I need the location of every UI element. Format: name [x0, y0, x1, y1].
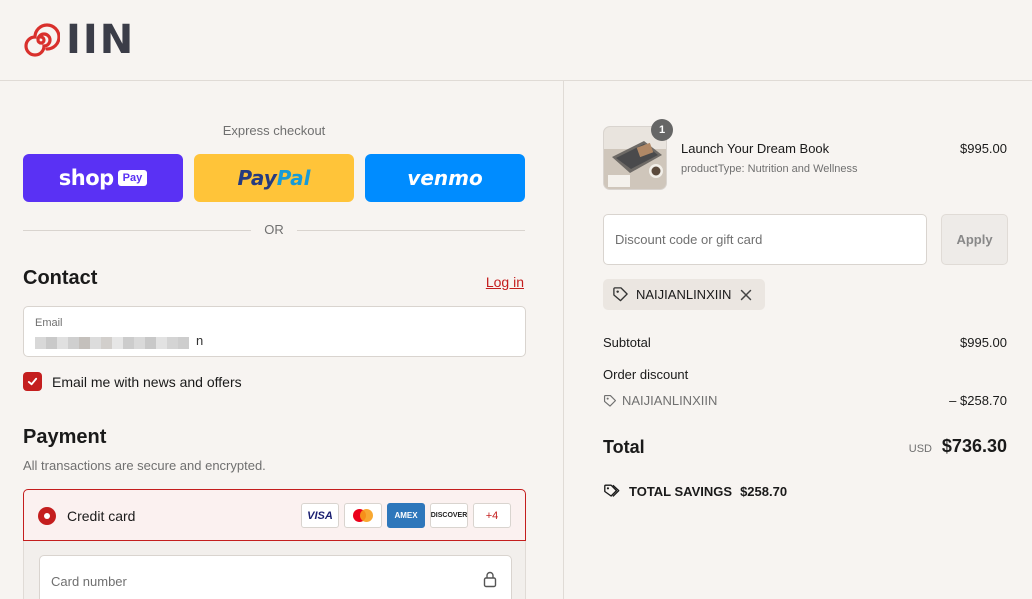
currency-code: USD: [908, 443, 932, 455]
apply-discount-button[interactable]: Apply: [941, 214, 1008, 265]
quantity-badge: 1: [651, 119, 673, 141]
checkmark-icon: [27, 377, 38, 386]
paypal-logo: PayPal: [237, 166, 311, 190]
applied-code-label: NAIJIANLINXIIN: [636, 287, 732, 302]
logo[interactable]: IIN: [22, 18, 135, 62]
contact-heading: Contact: [23, 267, 98, 289]
product-price: $995.00: [960, 141, 1007, 156]
remove-discount-button[interactable]: [740, 289, 752, 301]
total-savings-label: TOTAL SAVINGS: [629, 484, 733, 499]
express-checkout-title: Express checkout: [222, 123, 326, 138]
order-discount-label: Order discount: [603, 367, 689, 382]
credit-card-label: Credit card: [67, 508, 136, 524]
discount-value: – $258.70: [949, 393, 1007, 408]
discount-code-row: NAIJIANLINXIIN: [603, 393, 717, 408]
card-number-input[interactable]: Card number: [39, 555, 512, 599]
venmo-button[interactable]: venmo: [365, 154, 525, 202]
radio-dot: [44, 513, 50, 519]
newsletter-checkbox[interactable]: [23, 372, 42, 391]
close-icon: [741, 289, 752, 300]
product-type: productType: Nutrition and Wellness: [681, 163, 858, 175]
shop-pay-button[interactable]: shop Pay: [23, 154, 183, 202]
more-cards-badge[interactable]: +4: [473, 503, 511, 528]
checkout-form: Express checkout shop Pay PayPal venmo O…: [0, 81, 564, 599]
logo-text: IIN: [66, 17, 136, 63]
discount-code-input[interactable]: [603, 214, 927, 265]
total-savings-value: $258.70: [740, 484, 788, 499]
newsletter-checkbox-row[interactable]: Email me with news and offers: [23, 372, 242, 391]
credit-card-radio[interactable]: [38, 507, 56, 525]
lock-icon: [483, 571, 497, 588]
product-name: Launch Your Dream Book: [681, 141, 830, 156]
paypal-button[interactable]: PayPal: [194, 154, 354, 202]
card-number-placeholder: Card number: [51, 574, 127, 589]
spiral-logo-icon: [24, 23, 60, 57]
savings-tag-icon: [604, 484, 620, 497]
mastercard-icon: [344, 503, 382, 528]
shop-pay-badge: Pay: [117, 170, 148, 186]
or-divider: OR: [23, 221, 525, 239]
header: IIN: [0, 0, 1032, 81]
email-redacted-value: [35, 337, 189, 349]
subtotal-label: Subtotal: [603, 335, 651, 350]
shop-pay-label: shop: [58, 166, 114, 190]
subtotal-value: $995.00: [960, 335, 1007, 350]
total-value: $736.30: [941, 436, 1007, 456]
venmo-logo: venmo: [407, 166, 483, 190]
email-label: Email: [35, 317, 63, 329]
discount-code-label: NAIJIANLINXIIN: [622, 393, 718, 408]
order-summary: 1 Launch Your Dream Book productType: Nu…: [565, 81, 1032, 599]
applied-discount-chip: NAIJIANLINXIIN: [603, 279, 765, 310]
newsletter-label: Email me with news and offers: [52, 373, 242, 390]
credit-card-form: Card number: [23, 541, 526, 599]
credit-card-option[interactable]: Credit card VISA AMEX DISCOVER +4: [23, 489, 526, 541]
card-brand-list: VISA AMEX DISCOVER +4: [301, 503, 511, 528]
login-link[interactable]: Log in: [486, 274, 524, 290]
visa-icon: VISA: [301, 503, 339, 528]
discover-icon: DISCOVER: [430, 503, 468, 528]
email-field[interactable]: Email n: [23, 306, 526, 357]
tag-icon: [603, 394, 617, 407]
total-label: Total: [603, 437, 645, 457]
payment-subtitle: All transactions are secure and encrypte…: [23, 458, 266, 473]
or-text: OR: [264, 222, 284, 237]
email-value-tail: n: [196, 333, 204, 348]
tag-icon: [613, 287, 628, 302]
amex-icon: AMEX: [387, 503, 425, 528]
total-savings: TOTAL SAVINGS $258.70: [603, 483, 787, 500]
payment-heading: Payment: [23, 426, 107, 448]
